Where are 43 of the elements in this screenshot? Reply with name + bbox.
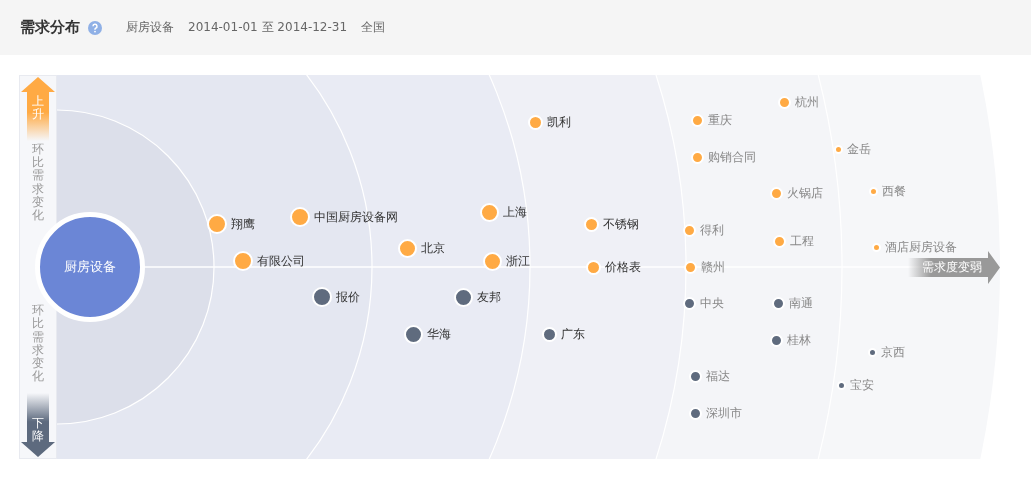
node-label[interactable]: 中国厨房设备网 bbox=[314, 208, 398, 226]
node-dot[interactable] bbox=[833, 144, 843, 154]
help-icon[interactable] bbox=[88, 20, 102, 35]
node-label[interactable]: 有限公司 bbox=[257, 252, 305, 270]
node-label[interactable]: 火锅店 bbox=[786, 184, 823, 202]
down-label: 下降 bbox=[32, 416, 44, 443]
node-label[interactable]: 浙江 bbox=[505, 252, 530, 270]
node-label[interactable]: 京西 bbox=[880, 343, 905, 361]
node-label[interactable]: 不锈钢 bbox=[602, 215, 639, 233]
node-label[interactable]: 上海 bbox=[502, 203, 527, 221]
keyword-text: 厨房设备 bbox=[126, 19, 174, 36]
up-arrow-icon bbox=[21, 77, 55, 141]
node-label[interactable]: 福达 bbox=[705, 367, 730, 385]
node-label[interactable]: 南通 bbox=[788, 294, 813, 312]
node-label[interactable]: 价格表 bbox=[604, 258, 641, 276]
node-label[interactable]: 桂林 bbox=[786, 331, 811, 349]
down-arrow-icon bbox=[21, 393, 55, 457]
node-label[interactable]: 重庆 bbox=[707, 111, 732, 129]
node-label[interactable]: 工程 bbox=[789, 232, 814, 250]
node-label[interactable]: 中央 bbox=[699, 294, 724, 312]
section-title: 需求分布 bbox=[20, 18, 80, 37]
node-label[interactable]: 凯利 bbox=[546, 113, 571, 131]
node-label[interactable]: 西餐 bbox=[881, 182, 906, 200]
node-dot[interactable] bbox=[836, 380, 846, 390]
node-label[interactable]: 深圳市 bbox=[705, 404, 742, 422]
node-label[interactable]: 金岳 bbox=[846, 140, 871, 158]
node-label[interactable]: 北京 bbox=[420, 239, 445, 257]
node-label[interactable]: 广东 bbox=[560, 325, 585, 343]
node-label[interactable]: 赣州 bbox=[700, 258, 725, 276]
node-label[interactable]: 华海 bbox=[426, 325, 451, 343]
node-label[interactable]: 购销合同 bbox=[707, 148, 756, 166]
node-dot[interactable] bbox=[868, 186, 878, 196]
node-label[interactable]: 得利 bbox=[699, 221, 724, 239]
node-label[interactable]: 宝安 bbox=[849, 376, 874, 394]
node-dot[interactable] bbox=[871, 242, 881, 252]
node-label[interactable]: 杭州 bbox=[794, 93, 819, 111]
node-label[interactable]: 翔鹰 bbox=[231, 215, 255, 233]
date-range-text: 2014-01-01 至 2014-12-31 bbox=[188, 19, 348, 36]
node-dot[interactable] bbox=[867, 347, 877, 357]
up-label: 上升 bbox=[32, 95, 44, 122]
node-label[interactable]: 报价 bbox=[336, 288, 360, 306]
node-label[interactable]: 友邦 bbox=[476, 288, 501, 306]
region-text: 全国 bbox=[361, 19, 386, 36]
